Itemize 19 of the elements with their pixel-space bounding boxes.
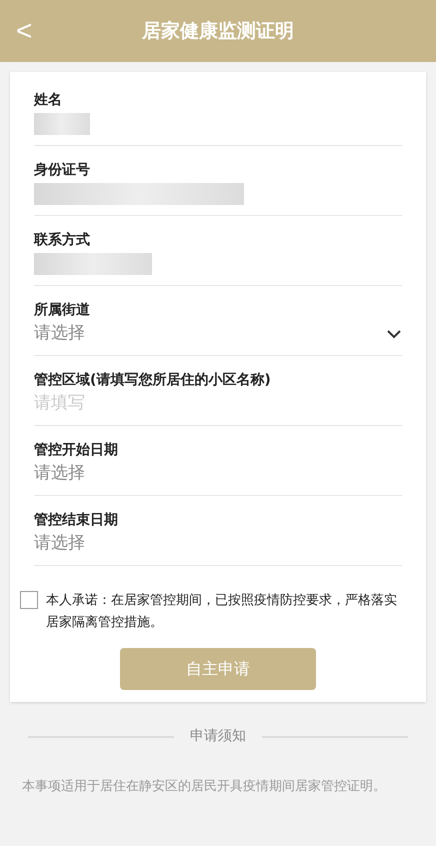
back-button[interactable]: < <box>0 10 48 52</box>
pledge-text: 本人承诺：在居家管控期间，已按照疫情防控要求，严格落实居家隔离管控措施。 <box>46 592 398 632</box>
field-label: 身份证号 <box>34 161 91 180</box>
field-label: 姓名 <box>34 91 63 110</box>
date-field[interactable]: 请选择 <box>34 531 402 557</box>
page-title: 居家健康监测证明 <box>142 18 294 44</box>
field-label: 管控区域(请填写您所居住的小区名称) <box>34 371 272 390</box>
street-select[interactable]: 请选择 <box>34 321 402 347</box>
submit-button[interactable]: 自主申请 <box>120 648 316 690</box>
field-label: 管控结束日期 <box>34 511 119 530</box>
notice-text: 本事项适用于居住在静安区的居民开具疫情期间居家管控证明。 <box>21 778 387 796</box>
field-label: 所属街道 <box>34 301 91 320</box>
field-label: 联系方式 <box>34 230 91 250</box>
blurred-value <box>34 113 90 135</box>
field-label: 管控开始日期 <box>34 441 119 460</box>
date-field[interactable]: 请选择 <box>34 461 402 487</box>
notice-title: 申请须知 <box>190 727 246 746</box>
pledge-checkbox[interactable] <box>20 591 38 609</box>
chevron-down-icon <box>386 329 402 339</box>
